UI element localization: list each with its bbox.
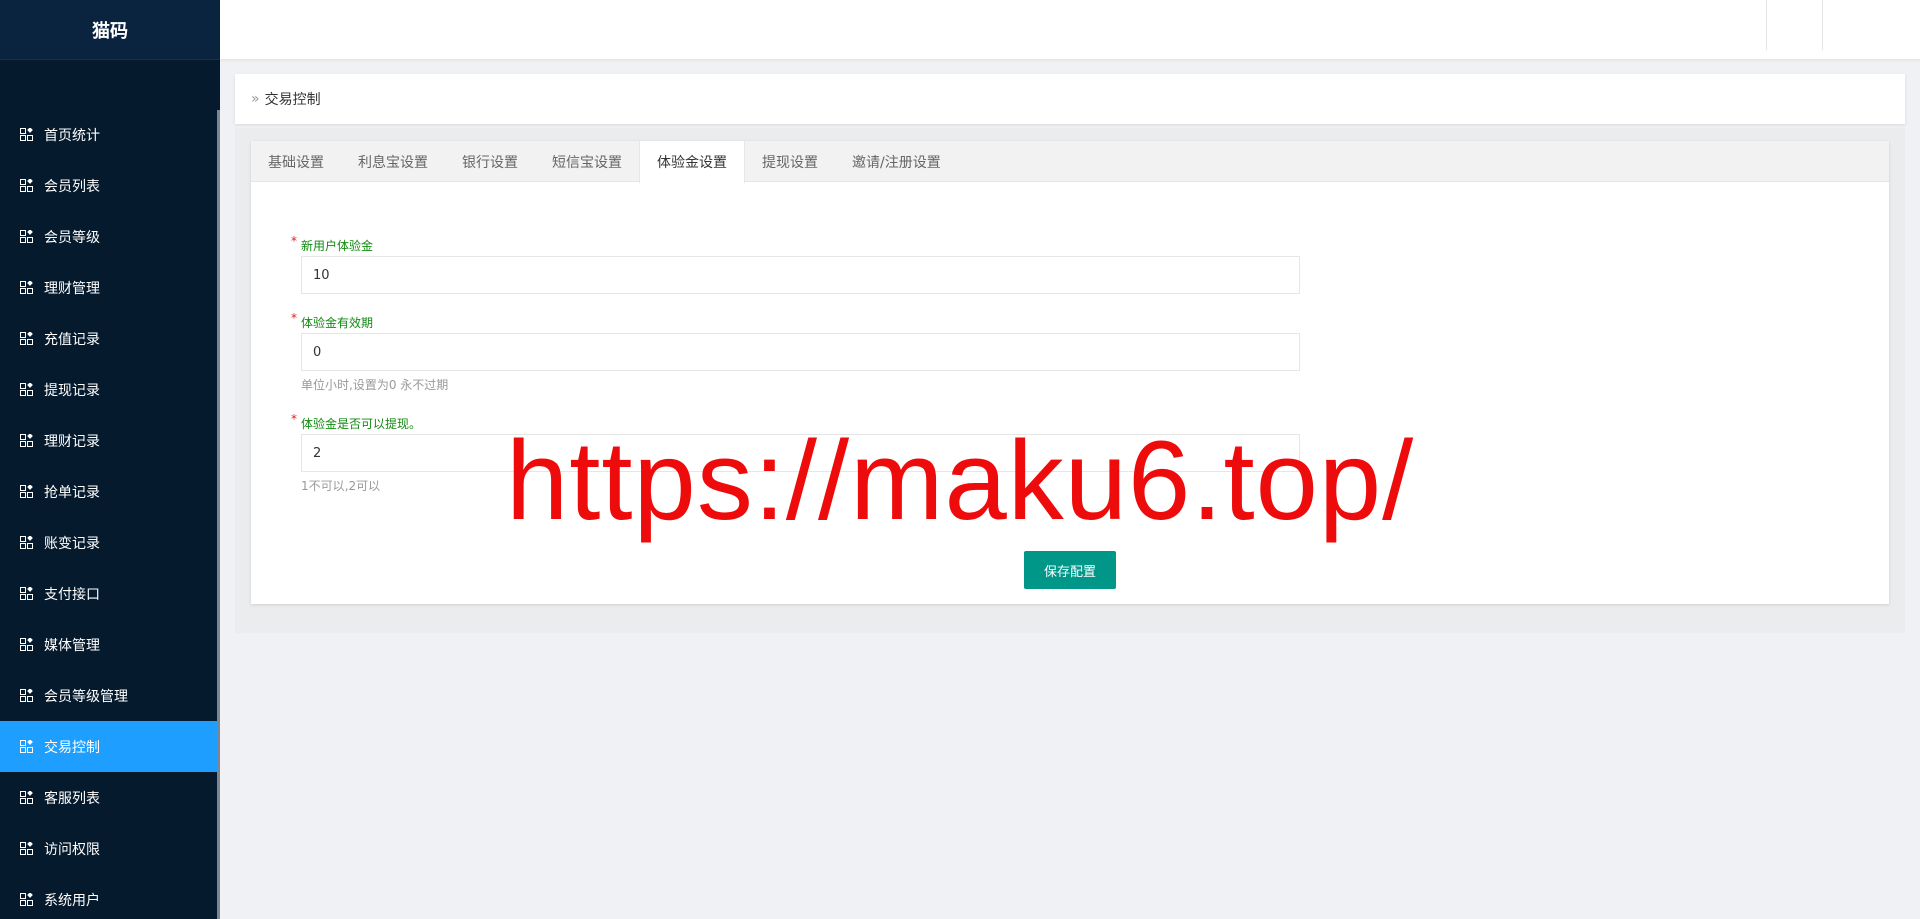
sidebar-scrollbar[interactable] — [217, 110, 220, 919]
sidebar-item-label: 客服列表 — [44, 790, 100, 807]
sidebar-item-label: 充值记录 — [44, 331, 100, 348]
dashboard-grid-icon — [20, 536, 33, 549]
field-help-trial-withdrawable: 1不可以,2可以 — [301, 479, 381, 493]
dashboard-grid-icon — [20, 638, 33, 651]
settings-tab-card: 基础设置 利息宝设置 银行设置 短信宝设置 体验金设置 提现设置 邀请/注册设置 — [251, 141, 1889, 604]
sidebar-item-member-level[interactable]: 会员等级 — [0, 211, 217, 262]
field-help-trial-validity: 单位小时,设置为0 永不过期 — [301, 378, 449, 392]
sidebar-item-label: 账变记录 — [44, 535, 100, 552]
dashboard-grid-icon — [20, 587, 33, 600]
new-user-trial-amount-input[interactable] — [301, 256, 1300, 294]
tab-invite-register-settings[interactable]: 邀请/注册设置 — [835, 141, 958, 182]
field-label-text: 新用户体验金 — [301, 239, 374, 253]
tab-bank-settings[interactable]: 银行设置 — [445, 141, 535, 182]
sidebar-item-access-permission[interactable]: 访问权限 — [0, 823, 217, 874]
sidebar-item-label: 访问权限 — [44, 841, 100, 858]
dashboard-grid-icon — [20, 179, 33, 192]
app-logo: 猫码 — [0, 0, 220, 60]
trial-validity-input[interactable] — [301, 333, 1300, 371]
sidebar-item-label: 理财管理 — [44, 280, 100, 297]
tab-withdraw-settings[interactable]: 提现设置 — [745, 141, 835, 182]
sidebar-item-member-level-management[interactable]: 会员等级管理 — [0, 670, 217, 721]
required-star: * — [291, 234, 297, 248]
sidebar-item-finance-management[interactable]: 理财管理 — [0, 262, 217, 313]
dashboard-grid-icon — [20, 485, 33, 498]
field-label-trial-withdrawable: * 体验金是否可以提现。 — [291, 412, 422, 432]
sidebar-item-grab-order-records[interactable]: 抢单记录 — [0, 466, 217, 517]
field-label-text: 体验金有效期 — [301, 316, 374, 330]
tab-basic-settings[interactable]: 基础设置 — [251, 141, 341, 182]
tab-interest-settings[interactable]: 利息宝设置 — [341, 141, 445, 182]
breadcrumb: » 交易控制 — [235, 74, 1905, 124]
sidebar-item-dashboard[interactable]: 首页统计 — [0, 109, 217, 160]
trial-withdrawable-input[interactable] — [301, 434, 1300, 472]
sidebar-item-label: 首页统计 — [44, 127, 100, 144]
header-divider — [1822, 0, 1823, 50]
double-chevron-right-icon: » — [251, 91, 260, 107]
dashboard-grid-icon — [20, 383, 33, 396]
dashboard-grid-icon — [20, 332, 33, 345]
sidebar-item-recharge-records[interactable]: 充值记录 — [0, 313, 217, 364]
field-label-text: 体验金是否可以提现。 — [301, 417, 422, 431]
dashboard-grid-icon — [20, 128, 33, 141]
dashboard-grid-icon — [20, 689, 33, 702]
dashboard-grid-icon — [20, 842, 33, 855]
save-config-button[interactable]: 保存配置 — [1024, 551, 1116, 589]
required-star: * — [291, 311, 297, 325]
sidebar-menu: 首页统计 会员列表 会员等级 理财管理 充值记录 提现记录 理财记录 抢单记录 — [0, 109, 217, 919]
tab-sms-settings[interactable]: 短信宝设置 — [535, 141, 639, 182]
sidebar-item-finance-records[interactable]: 理财记录 — [0, 415, 217, 466]
sidebar-item-customer-service-list[interactable]: 客服列表 — [0, 772, 217, 823]
sidebar-item-label: 交易控制 — [44, 739, 100, 756]
header-divider — [1766, 0, 1767, 50]
sidebar-item-label: 抢单记录 — [44, 484, 100, 501]
sidebar-item-label: 会员等级管理 — [44, 688, 128, 705]
dashboard-grid-icon — [20, 740, 33, 753]
field-label-trial-validity: * 体验金有效期 — [291, 311, 374, 331]
sidebar-item-payment-interface[interactable]: 支付接口 — [0, 568, 217, 619]
dashboard-grid-icon — [20, 281, 33, 294]
dashboard-grid-icon — [20, 434, 33, 447]
sidebar-item-label: 会员列表 — [44, 178, 100, 195]
dashboard-grid-icon — [20, 230, 33, 243]
dashboard-grid-icon — [20, 791, 33, 804]
sidebar-item-label: 支付接口 — [44, 586, 100, 603]
top-header — [220, 0, 1920, 60]
sidebar-item-label: 系统用户 — [44, 892, 100, 909]
sidebar: 猫码 首页统计 会员列表 会员等级 理财管理 充值记录 提现记录 理财记录 抢单… — [0, 0, 220, 919]
required-star: * — [291, 412, 297, 426]
tab-bar: 基础设置 利息宝设置 银行设置 短信宝设置 体验金设置 提现设置 邀请/注册设置 — [251, 141, 1889, 183]
sidebar-item-member-list[interactable]: 会员列表 — [0, 160, 217, 211]
sidebar-item-account-change-records[interactable]: 账变记录 — [0, 517, 217, 568]
sidebar-item-label: 理财记录 — [44, 433, 100, 450]
sidebar-item-label: 会员等级 — [44, 229, 100, 246]
tab-trial-fund-settings[interactable]: 体验金设置 — [639, 141, 745, 183]
sidebar-item-media-management[interactable]: 媒体管理 — [0, 619, 217, 670]
dashboard-grid-icon — [20, 893, 33, 906]
sidebar-item-trade-control[interactable]: 交易控制 — [0, 721, 217, 772]
sidebar-item-withdraw-records[interactable]: 提现记录 — [0, 364, 217, 415]
sidebar-item-system-users[interactable]: 系统用户 — [0, 874, 217, 919]
field-label-new-user-trial: * 新用户体验金 — [291, 234, 374, 254]
sidebar-item-label: 媒体管理 — [44, 637, 100, 654]
breadcrumb-current: 交易控制 — [264, 92, 321, 108]
sidebar-item-label: 提现记录 — [44, 382, 100, 399]
